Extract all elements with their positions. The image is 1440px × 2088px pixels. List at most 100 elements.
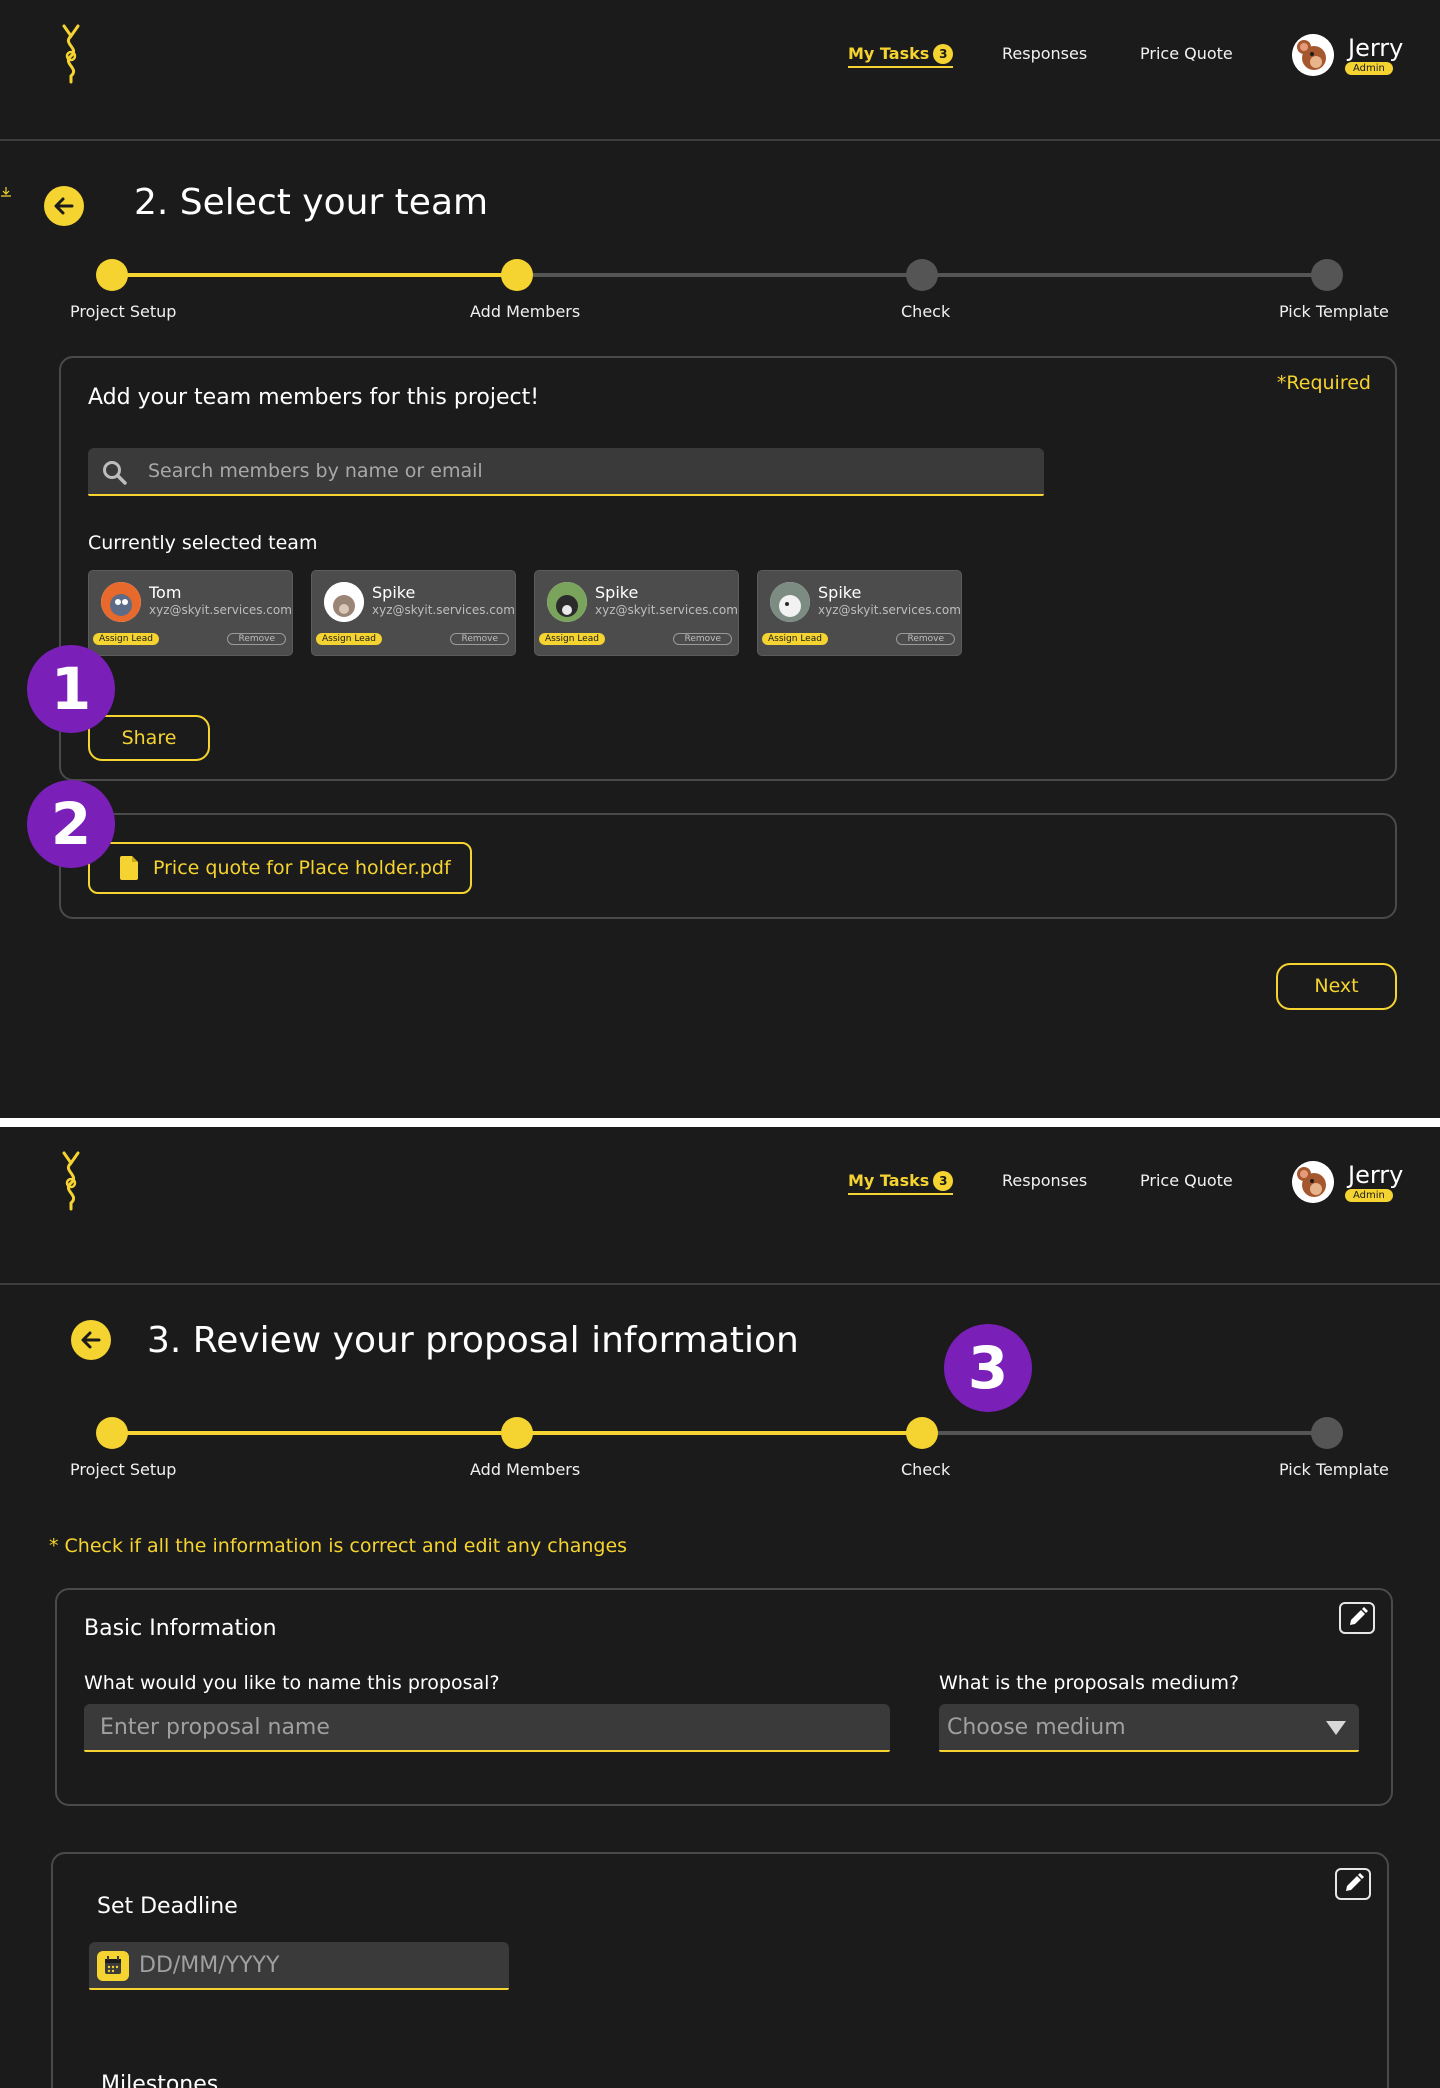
proposal-medium-select[interactable]: Choose medium (939, 1704, 1359, 1752)
nav-price-quote[interactable]: Price Quote (1140, 44, 1233, 63)
proposal-medium-value: Choose medium (947, 1715, 1126, 1740)
user-avatar[interactable] (1292, 1161, 1334, 1203)
screen-separator (0, 1118, 1440, 1127)
member-name: Spike (818, 583, 862, 602)
screen-select-team: My Tasks 3 Responses Price Quote Jerry Ad… (0, 0, 1440, 1118)
logo-icon (62, 1151, 80, 1211)
step-label-pick-template: Pick Template (1279, 1460, 1389, 1479)
member-name: Tom (149, 583, 182, 602)
header-divider (0, 1283, 1440, 1285)
assign-lead-button[interactable]: Assign Lead (316, 633, 382, 645)
tasks-count-badge: 3 (933, 44, 954, 64)
logo-icon (62, 24, 80, 84)
nav-my-tasks[interactable]: My Tasks 3 (848, 44, 954, 68)
page-title: 2. Select your team (134, 182, 489, 223)
nav-responses[interactable]: Responses (1002, 1171, 1087, 1190)
member-card: Spike xyz@skyit.services.com Assign Lead… (311, 570, 516, 656)
assign-lead-button[interactable]: Assign Lead (762, 633, 828, 645)
member-email: xyz@skyit.services.com (149, 603, 292, 617)
member-card: Tom xyz@skyit.services.com Assign Lead R… (88, 570, 293, 656)
deadline-panel: Set Deadline DD/MM/YYYY Milestones (51, 1852, 1389, 2088)
step-dot-project-setup[interactable] (96, 259, 128, 291)
step-label-check: Check (901, 1460, 951, 1479)
proposal-name-placeholder: Enter proposal name (100, 1715, 330, 1740)
review-notice: * Check if all the information is correc… (49, 1535, 628, 1557)
edit-deadline-button[interactable] (1335, 1868, 1371, 1900)
step-label-check: Check (901, 302, 951, 321)
stepper-progress-done (112, 273, 518, 277)
team-panel: Add your team members for this project! … (59, 356, 1397, 781)
member-email: xyz@skyit.services.com (818, 603, 961, 617)
step-label-add-members: Add Members (470, 302, 581, 321)
proposal-name-label: What would you like to name this proposa… (84, 1672, 500, 1694)
nav-price-quote[interactable]: Price Quote (1140, 1171, 1233, 1190)
selected-team-label: Currently selected team (88, 532, 318, 554)
arrow-left-icon (81, 1331, 101, 1349)
member-card: Spike xyz@skyit.services.com Assign Lead… (757, 570, 962, 656)
assign-lead-button[interactable]: Assign Lead (539, 633, 605, 645)
member-card: Spike xyz@skyit.services.com Assign Lead… (534, 570, 739, 656)
pdf-attachment-name: Price quote for Place holder.pdf (153, 857, 451, 879)
step-label-add-members: Add Members (470, 1460, 581, 1479)
member-avatar (547, 582, 587, 622)
basic-information-panel: Basic Information What would you like to… (55, 1588, 1393, 1806)
milestones-heading: Milestones (101, 2072, 219, 2088)
member-avatar (324, 582, 364, 622)
download-icon[interactable] (0, 186, 12, 198)
step-dot-check[interactable] (906, 259, 938, 291)
page-title: 3. Review your proposal information (147, 1320, 799, 1361)
calendar-icon[interactable] (97, 1951, 129, 1981)
panel-heading: Add your team members for this project! (88, 385, 540, 410)
step-dot-pick-template[interactable] (1311, 259, 1343, 291)
back-button[interactable] (71, 1320, 111, 1360)
nav-responses[interactable]: Responses (1002, 44, 1087, 63)
member-email: xyz@skyit.services.com (372, 603, 515, 617)
search-icon (103, 461, 127, 485)
step-dot-pick-template[interactable] (1311, 1417, 1343, 1449)
member-name: Spike (595, 583, 639, 602)
remove-member-button[interactable]: Remove (227, 633, 286, 645)
remove-member-button[interactable]: Remove (450, 633, 509, 645)
assign-lead-button[interactable]: Assign Lead (93, 633, 159, 645)
user-name: Jerry (1348, 34, 1404, 62)
step-label-pick-template: Pick Template (1279, 302, 1389, 321)
annotation-marker-2: 2 (27, 780, 115, 868)
deadline-date-placeholder: DD/MM/YYYY (139, 1953, 280, 1978)
edit-basic-info-button[interactable] (1339, 1602, 1375, 1634)
step-dot-check[interactable] (906, 1417, 938, 1449)
member-avatar (101, 582, 141, 622)
deadline-heading: Set Deadline (97, 1894, 238, 1919)
next-button[interactable]: Next (1276, 963, 1397, 1010)
file-icon (120, 856, 138, 880)
user-role-badge: Admin (1345, 62, 1393, 75)
proposal-name-input[interactable]: Enter proposal name (84, 1704, 890, 1752)
header-divider (0, 139, 1440, 141)
user-name: Jerry (1348, 1161, 1404, 1189)
remove-member-button[interactable]: Remove (896, 633, 955, 645)
back-button[interactable] (44, 186, 84, 226)
chevron-down-icon (1326, 1721, 1346, 1735)
share-button[interactable]: Share (88, 715, 210, 761)
tasks-count-badge: 3 (933, 1171, 954, 1191)
remove-member-button[interactable]: Remove (673, 633, 732, 645)
required-note: *Required (1276, 372, 1371, 394)
step-dot-add-members[interactable] (501, 259, 533, 291)
annotation-marker-1: 1 (27, 645, 115, 733)
annotation-marker-3: 3 (944, 1324, 1032, 1412)
stepper-progress-remaining (922, 1431, 1328, 1435)
screen-review-proposal: My Tasks 3 Responses Price Quote Jerry Ad… (0, 1127, 1440, 2088)
basic-info-heading: Basic Information (84, 1616, 277, 1641)
step-dot-project-setup[interactable] (96, 1417, 128, 1449)
search-placeholder: Search members by name or email (148, 460, 483, 482)
deadline-date-input[interactable]: DD/MM/YYYY (89, 1942, 509, 1990)
pencil-icon (1350, 1607, 1368, 1625)
member-email: xyz@skyit.services.com (595, 603, 738, 617)
user-avatar[interactable] (1292, 34, 1334, 76)
member-search-input[interactable]: Search members by name or email (88, 448, 1044, 496)
step-dot-add-members[interactable] (501, 1417, 533, 1449)
nav-my-tasks[interactable]: My Tasks 3 (848, 1171, 954, 1195)
arrow-left-icon (54, 197, 74, 215)
member-name: Spike (372, 583, 416, 602)
pdf-attachment-button[interactable]: Price quote for Place holder.pdf (88, 842, 472, 894)
attachment-panel: Price quote for Place holder.pdf (59, 813, 1397, 919)
